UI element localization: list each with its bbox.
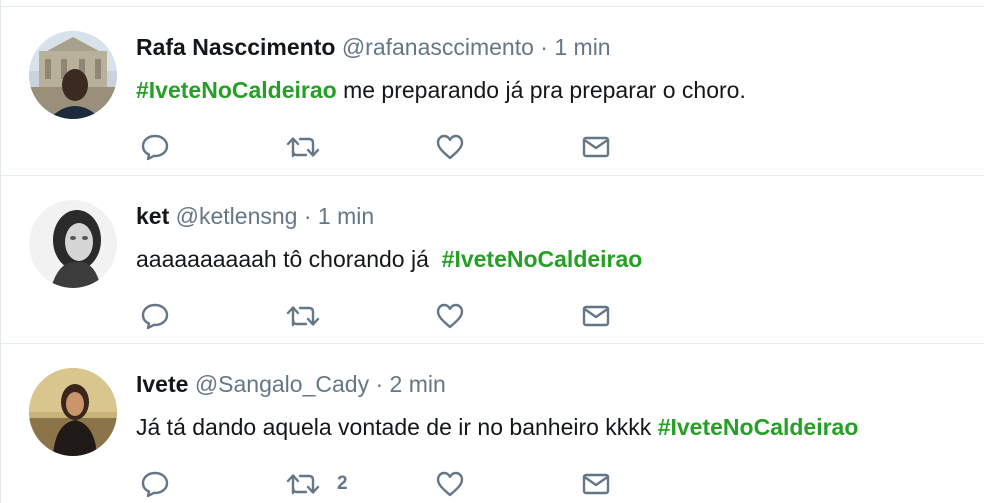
avatar-image [29, 31, 117, 119]
tweet-text: #IveteNoCaldeirao me preparando já pra p… [136, 75, 746, 105]
reply-icon [141, 134, 169, 161]
author-meta[interactable]: @rafanasccimento · 1 min [342, 34, 611, 60]
retweet-icon [286, 137, 320, 158]
retweet-count: 2 [337, 473, 348, 494]
hashtag-link[interactable]: #IveteNoCaldeirao [442, 246, 643, 272]
retweet-button[interactable] [285, 131, 337, 163]
avatar[interactable] [29, 200, 117, 288]
retweet-button[interactable] [285, 300, 337, 332]
retweet-icon [286, 474, 320, 495]
message-button[interactable] [581, 131, 611, 163]
author-name[interactable]: ket [136, 203, 169, 229]
tweet-text: Já tá dando aquela vontade de ir no banh… [136, 412, 858, 442]
like-button[interactable] [435, 468, 465, 500]
like-button[interactable] [435, 300, 465, 332]
reply-button[interactable] [140, 468, 170, 500]
author-name[interactable]: Ivete [136, 371, 188, 397]
tweet-text-body: me preparando já pra preparar o choro. [336, 77, 746, 103]
tweet-actions [1, 131, 984, 163]
like-icon [436, 471, 464, 497]
like-button[interactable] [435, 131, 465, 163]
tweet-header: Ivete @Sangalo_Cady · 2 min [136, 370, 446, 398]
message-icon [582, 136, 610, 158]
hashtag-link[interactable]: #IveteNoCaldeirao [136, 77, 337, 103]
author-meta[interactable]: @Sangalo_Cady · 2 min [195, 371, 446, 397]
like-icon [436, 303, 464, 329]
tweet-item[interactable]: ket @ketlensng · 1 min aaaaaaaaaah tô ch… [1, 176, 984, 344]
message-button[interactable] [581, 300, 611, 332]
retweet-button[interactable]: 2 [285, 468, 348, 500]
message-icon [582, 473, 610, 495]
like-icon [436, 134, 464, 160]
author-meta[interactable]: @ketlensng · 1 min [176, 203, 375, 229]
tweet-text: aaaaaaaaaah tô chorando já #IveteNoCalde… [136, 244, 642, 274]
hashtag-link[interactable]: #IveteNoCaldeirao [658, 414, 859, 440]
tweet-header: Rafa Nasccimento @rafanasccimento · 1 mi… [136, 33, 611, 61]
tweet-timeline: Rafa Nasccimento @rafanasccimento · 1 mi… [0, 0, 984, 503]
tweet-actions: 2 [1, 468, 984, 500]
retweet-icon [286, 306, 320, 327]
tweet-header: ket @ketlensng · 1 min [136, 202, 374, 230]
avatar[interactable] [29, 368, 117, 456]
avatar-image [29, 368, 117, 456]
message-button[interactable] [581, 468, 611, 500]
tweet-actions [1, 300, 984, 332]
reply-icon [141, 303, 169, 330]
avatar-image [29, 200, 117, 288]
message-icon [582, 305, 610, 327]
reply-button[interactable] [140, 300, 170, 332]
tweet-text-body: Já tá dando aquela vontade de ir no banh… [136, 414, 658, 440]
author-name[interactable]: Rafa Nasccimento [136, 34, 335, 60]
avatar[interactable] [29, 31, 117, 119]
reply-icon [141, 471, 169, 498]
reply-button[interactable] [140, 131, 170, 163]
tweet-text-body: aaaaaaaaaah tô chorando já [136, 246, 442, 272]
tweet-item[interactable]: Ivete @Sangalo_Cady · 2 min Já tá dando … [1, 344, 984, 503]
tweet-item[interactable]: Rafa Nasccimento @rafanasccimento · 1 mi… [1, 7, 984, 176]
